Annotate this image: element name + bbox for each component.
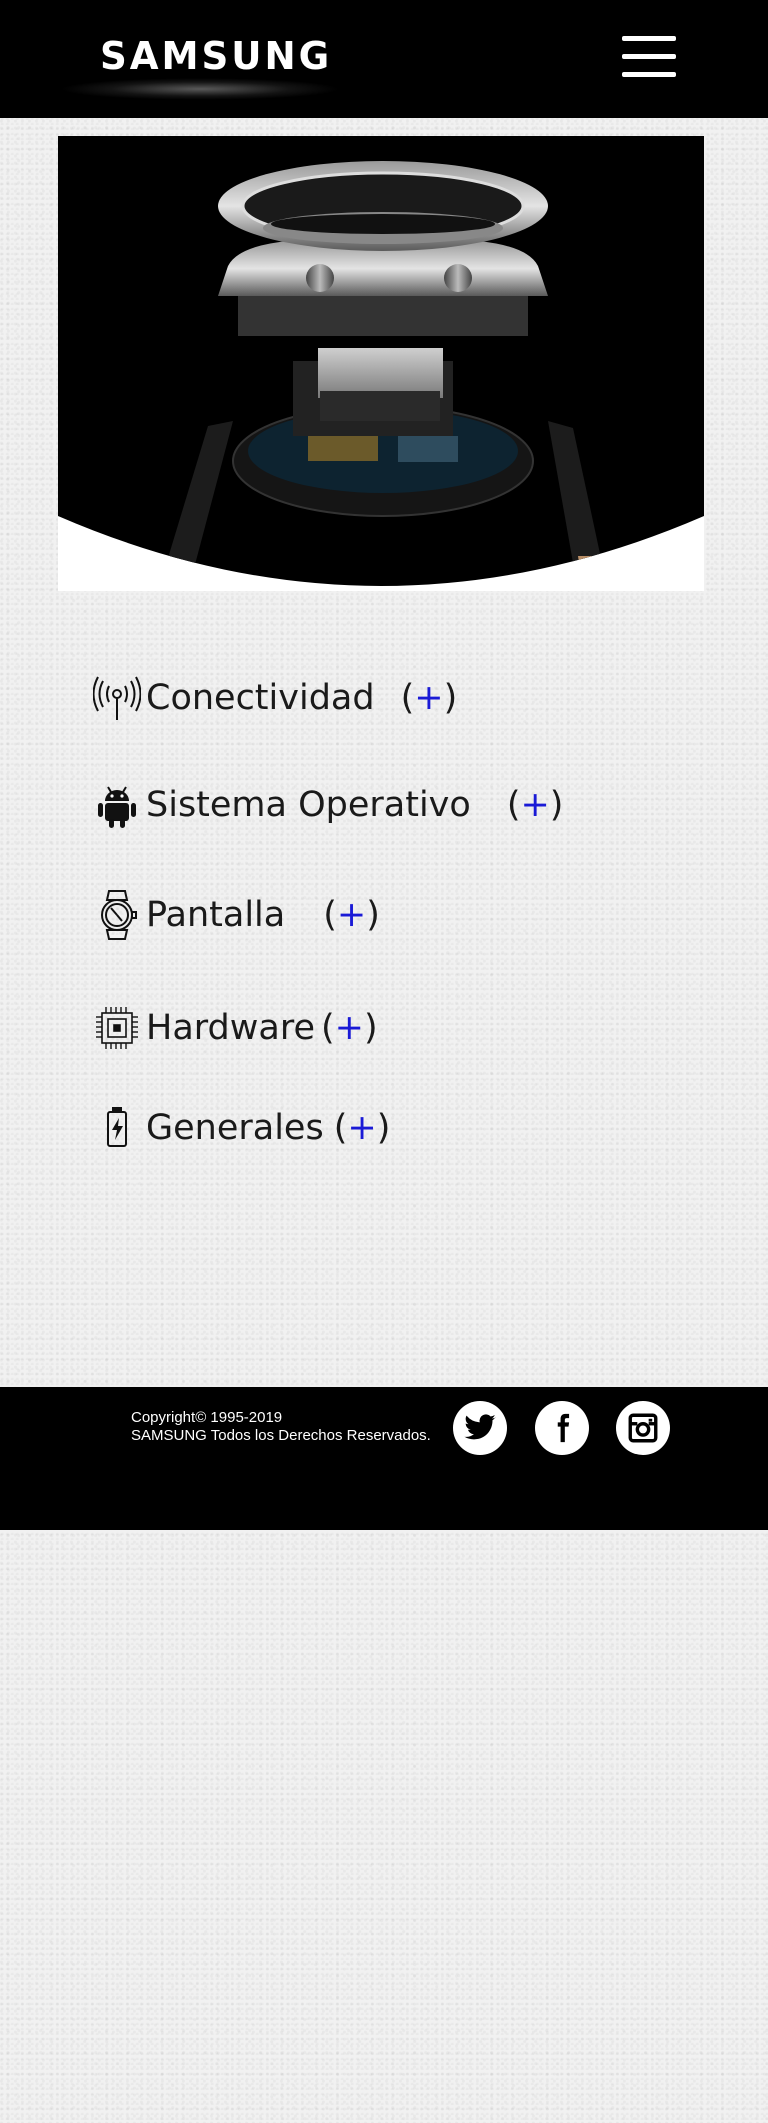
close-paren: ) — [443, 678, 458, 718]
copyright-line-1: Copyright© 1995-2019 — [131, 1409, 283, 1426]
plus-icon[interactable]: + — [347, 1108, 376, 1148]
expand-toggle[interactable]: (+) — [507, 785, 564, 825]
open-paren: ( — [506, 785, 521, 825]
battery-charging-icon — [92, 1103, 142, 1153]
copyright-line-2: SAMSUNG Todos los Derechos Reservados. — [131, 1427, 431, 1444]
watch-icon — [92, 890, 142, 940]
hamburger-menu-icon[interactable] — [622, 34, 676, 80]
instagram-icon[interactable] — [616, 1401, 670, 1455]
spec-label: Conectividad — [146, 678, 375, 718]
hero-watch-image — [58, 136, 704, 591]
antenna-icon — [92, 673, 142, 723]
spec-label: Pantalla — [146, 895, 286, 935]
expand-toggle[interactable]: (+) — [334, 1108, 391, 1148]
close-paren: ) — [366, 895, 380, 935]
copyright-text: Copyright© 1995-2019 SAMSUNG Todos los D… — [131, 1409, 431, 1445]
plus-icon[interactable]: + — [337, 895, 366, 935]
facebook-icon[interactable] — [535, 1401, 589, 1455]
plus-icon[interactable]: + — [414, 678, 443, 718]
spec-label: Sistema Operativo — [146, 785, 471, 825]
spec-item-pantalla[interactable]: Pantalla (+) — [92, 885, 380, 945]
open-paren: ( — [320, 1008, 335, 1048]
chip-icon — [92, 1003, 142, 1053]
expand-toggle[interactable]: (+) — [323, 895, 380, 935]
open-paren: ( — [333, 1108, 348, 1148]
expand-toggle[interactable]: (+) — [401, 678, 458, 718]
close-paren: ) — [376, 1108, 391, 1148]
spec-item-generales[interactable]: Generales (+) — [92, 1098, 390, 1158]
plus-icon[interactable]: + — [520, 785, 549, 825]
twitter-icon[interactable] — [453, 1401, 507, 1455]
open-paren: ( — [400, 678, 415, 718]
samsung-logo[interactable]: SAMSUNG — [100, 34, 332, 78]
spec-label: Hardware — [146, 1008, 315, 1048]
spec-item-conectividad[interactable]: Conectividad (+) — [92, 668, 457, 728]
logo-glow — [60, 78, 340, 100]
site-footer: Copyright© 1995-2019 SAMSUNG Todos los D… — [0, 1387, 768, 1530]
close-paren: ) — [549, 785, 564, 825]
expand-toggle[interactable]: (+) — [321, 1008, 378, 1048]
site-header: SAMSUNG — [0, 0, 768, 118]
spec-item-hardware[interactable]: Hardware (+) — [92, 998, 378, 1058]
spec-item-sistema-operativo[interactable]: Sistema Operativo (+) — [92, 775, 563, 835]
open-paren: ( — [323, 895, 337, 935]
plus-icon[interactable]: + — [335, 1008, 364, 1048]
close-paren: ) — [363, 1008, 378, 1048]
android-icon — [92, 780, 142, 830]
spec-label: Generales — [146, 1108, 324, 1148]
